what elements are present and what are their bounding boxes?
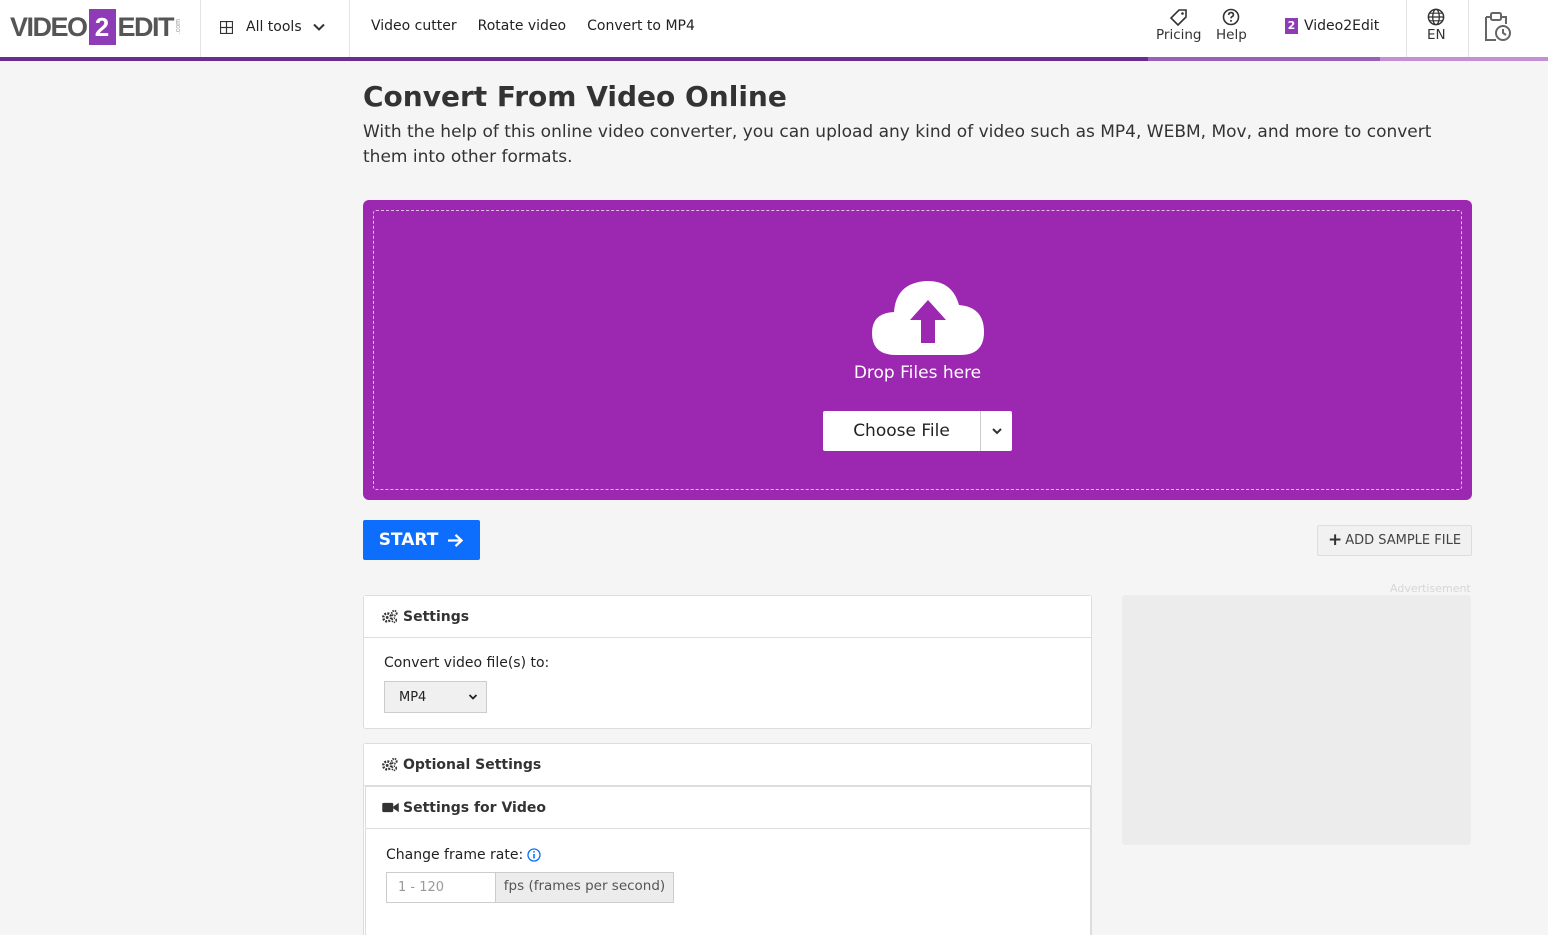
output-format-value: MP4 (399, 689, 427, 705)
header-accent-bar (0, 57, 1548, 61)
frame-rate-unit: fps (frames per second) (495, 872, 674, 903)
video-settings-header: Settings for Video (366, 787, 1090, 829)
video2edit-link[interactable]: 2 Video2Edit (1285, 18, 1379, 34)
nav-convert-to-mp4[interactable]: Convert to MP4 (587, 18, 695, 34)
settings-header: Settings (364, 596, 1091, 638)
tag-icon (1169, 9, 1187, 26)
site-logo[interactable]: VIDEO 2 EDIT .com (10, 9, 182, 45)
logo-suffix: .com (175, 19, 183, 35)
header-divider (349, 0, 350, 57)
brand-badge: 2 (1285, 18, 1298, 34)
frame-rate-input[interactable]: 1 - 120 (386, 872, 496, 903)
all-tools-dropdown[interactable]: All tools (220, 14, 326, 40)
language-label: EN (1427, 27, 1446, 43)
choose-file-group: Choose File (823, 411, 1012, 451)
output-format-select[interactable]: MP4 (384, 681, 487, 713)
page-title: Convert From Video Online (363, 80, 787, 113)
grid-icon (220, 20, 233, 34)
choose-file-button[interactable]: Choose File (823, 411, 980, 451)
header-divider (200, 0, 201, 57)
convert-to-label: Convert video file(s) to: (384, 655, 550, 671)
header-divider (1468, 0, 1469, 57)
add-sample-label: ADD SAMPLE FILE (1345, 533, 1462, 548)
brand-label: Video2Edit (1304, 18, 1380, 34)
gears-icon (382, 609, 398, 624)
start-label: START (378, 530, 439, 550)
header-divider (1406, 0, 1407, 57)
optional-settings-header[interactable]: Optional Settings (364, 744, 1091, 786)
question-circle-icon (1223, 8, 1240, 26)
help-link[interactable]: Help (1216, 8, 1247, 43)
info-icon[interactable] (527, 848, 541, 862)
cloud-upload-icon (872, 280, 984, 355)
frame-rate-label-row: Change frame rate: (386, 847, 541, 863)
clipboard-clock-icon (1485, 12, 1511, 41)
optional-settings-card: Optional Settings Settings for Video Cha… (363, 743, 1092, 935)
nav-rotate-video[interactable]: Rotate video (478, 18, 567, 34)
advertisement-label: Advertisement (1390, 582, 1471, 595)
pricing-label: Pricing (1156, 27, 1202, 43)
logo-badge: 2 (88, 9, 116, 45)
logo-text-left: VIDEO (10, 11, 88, 42)
help-label: Help (1216, 27, 1247, 43)
history-button[interactable] (1482, 11, 1512, 47)
page-subtitle: With the help of this online video conve… (363, 122, 1432, 167)
settings-card: Settings Convert video file(s) to: MP4 (363, 595, 1092, 729)
drop-files-text: Drop Files here (853, 363, 982, 383)
pricing-link[interactable]: Pricing (1156, 8, 1202, 43)
arrow-right-icon (448, 533, 464, 547)
video-settings-panel: Settings for Video Change frame rate: 1 … (365, 786, 1091, 935)
logo-text-right: EDIT (117, 11, 175, 42)
file-dropzone[interactable]: Drop Files here Choose File (363, 200, 1472, 500)
settings-title: Settings (403, 608, 470, 625)
advertisement-slot (1122, 595, 1471, 845)
language-selector[interactable]: EN (1427, 8, 1446, 43)
chevron-down-icon (312, 23, 325, 31)
add-sample-file-button[interactable]: + ADD SAMPLE FILE (1317, 525, 1472, 556)
top-header: VIDEO 2 EDIT .com All tools Video cutter… (0, 0, 1548, 58)
frame-rate-label: Change frame rate: (386, 847, 524, 863)
upload-source-dropdown[interactable] (980, 411, 1012, 451)
plus-icon: + (1327, 530, 1343, 550)
chevron-down-icon (468, 694, 478, 700)
start-button[interactable]: START (363, 520, 480, 560)
all-tools-label: All tools (246, 19, 302, 35)
gears-icon (382, 757, 398, 772)
globe-icon (1427, 8, 1445, 26)
chevron-down-icon (991, 428, 1002, 435)
nav-video-cutter[interactable]: Video cutter (371, 18, 457, 34)
video-camera-icon (382, 802, 399, 813)
optional-settings-title: Optional Settings (403, 756, 542, 773)
quick-nav: Video cutter Rotate video Convert to MP4 (371, 18, 695, 34)
dropzone-border: Drop Files here Choose File (373, 210, 1462, 490)
video-settings-title: Settings for Video (403, 799, 546, 816)
